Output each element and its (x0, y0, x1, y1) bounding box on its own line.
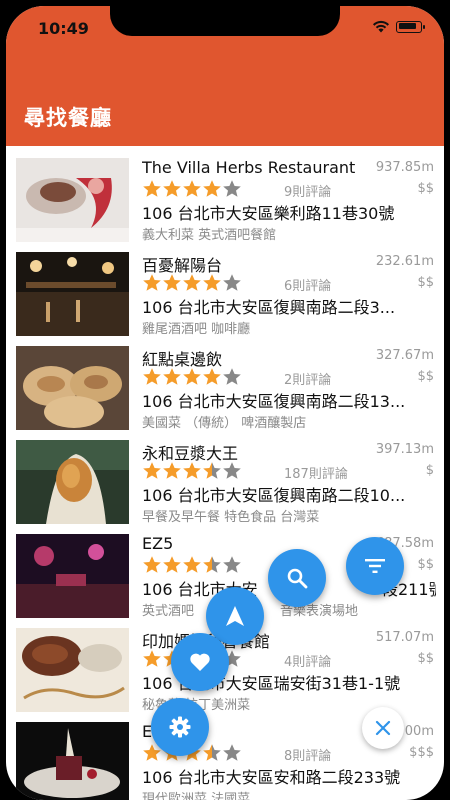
restaurant-distance: 517.07m (375, 630, 434, 645)
filter-button[interactable] (346, 537, 404, 595)
restaurant-distance: 232.61m (375, 254, 434, 269)
star-icon (163, 556, 181, 573)
search-icon (287, 568, 308, 589)
star-icon (143, 556, 161, 573)
restaurant-categories: 早餐及早午餐 特色食品 台灣菜 (142, 510, 320, 525)
star-icon (223, 368, 241, 385)
restaurant-photo (16, 346, 129, 430)
price-level: $$$ (409, 745, 434, 760)
star-icon (143, 180, 161, 197)
app-screen: 10:49 尋找餐廳 The Villa Herbs Restaurant 93… (6, 6, 444, 800)
star-icon (163, 368, 181, 385)
restaurant-distance: 397.13m (375, 442, 434, 457)
restaurant-distance: 327.67m (375, 348, 434, 363)
price-level: $$ (417, 181, 434, 196)
restaurant-photo (16, 440, 129, 524)
restaurant-photo (16, 722, 129, 800)
restaurant-photo (16, 628, 129, 712)
gear-icon (169, 716, 191, 738)
search-button[interactable] (268, 549, 326, 607)
restaurant-categories: 義大利菜 英式酒吧餐館 (142, 228, 277, 243)
battery-icon (396, 20, 425, 33)
star-icon (183, 274, 201, 291)
restaurant-address: 106 台北市大安區安和路二段233號 (142, 768, 401, 787)
settings-button[interactable] (151, 698, 209, 756)
star-icon (183, 462, 201, 479)
heart-icon (190, 653, 210, 671)
review-count: 4則評論 (284, 655, 332, 670)
star-icon (163, 274, 181, 291)
close-icon (375, 720, 391, 736)
price-level: $$ (417, 557, 434, 572)
price-level: $$ (417, 275, 434, 290)
restaurant-address: 106 台北市大安區樂利路11巷30號 (142, 204, 395, 223)
device-notch (110, 6, 340, 36)
restaurant-item[interactable]: 永和豆漿大王 397.13m 187則評論 $ 106 台北市大安區復興南路二段… (6, 436, 444, 530)
status-icons (372, 20, 425, 33)
navigation-icon (226, 606, 244, 626)
restaurant-categories: 雞尾酒酒吧 咖啡廳 (142, 322, 251, 337)
star-icon (143, 274, 161, 291)
star-icon (223, 180, 241, 197)
price-level: $$ (417, 369, 434, 384)
star-icon (223, 274, 241, 291)
rating-stars (142, 273, 242, 292)
page-title: 尋找餐廳 (24, 106, 112, 130)
restaurant-item[interactable]: 紅點桌邊飲 327.67m 2則評論 $$ 106 台北市大安區復興南路二段13… (6, 342, 444, 436)
star-icon (223, 744, 241, 761)
categories-start: 英式酒吧 (142, 604, 195, 619)
restaurant-categories: 英式酒吧 音樂表演場地 (142, 600, 358, 619)
star-icon (223, 462, 241, 479)
review-count: 9則評論 (284, 185, 332, 200)
star-icon (203, 180, 221, 197)
rating-stars (142, 461, 242, 480)
rating-stars (142, 367, 242, 386)
star-icon (203, 744, 221, 761)
star-icon (143, 650, 161, 667)
review-count: 2則評論 (284, 373, 332, 388)
rating-stars (142, 555, 242, 574)
status-time: 10:49 (38, 19, 89, 38)
restaurant-name: The Villa Herbs Restaurant (142, 158, 356, 177)
restaurant-name: EZ5 (142, 534, 174, 553)
restaurant-distance: 00m (404, 724, 434, 739)
star-icon (203, 368, 221, 385)
wifi-icon (373, 20, 389, 33)
star-icon (183, 180, 201, 197)
price-level: $ (425, 463, 434, 478)
review-count: 8則評論 (284, 749, 332, 764)
star-icon (203, 556, 221, 573)
filter-icon (365, 559, 385, 573)
star-icon (143, 368, 161, 385)
star-icon (183, 368, 201, 385)
restaurant-distance: 937.85m (375, 160, 434, 175)
star-icon (183, 556, 201, 573)
restaurant-categories: 現代歐洲菜 法國菜 (142, 792, 251, 800)
price-level: $$ (417, 651, 434, 666)
rating-stars (142, 179, 242, 198)
star-icon (203, 462, 221, 479)
close-button[interactable] (362, 707, 404, 749)
restaurant-address: 106 台北市大安區復興南路二段13... (142, 392, 406, 411)
restaurant-categories: 美國菜 （傳統） 啤酒釀製店 (142, 416, 307, 431)
restaurant-photo (16, 534, 129, 618)
favorite-button[interactable] (171, 633, 229, 691)
restaurant-photo (16, 252, 129, 336)
review-count: 6則評論 (284, 279, 332, 294)
restaurant-item[interactable]: The Villa Herbs Restaurant 937.85m 9則評論 … (6, 154, 444, 248)
restaurant-list[interactable]: The Villa Herbs Restaurant 937.85m 9則評論 … (6, 154, 444, 800)
restaurant-address: 106 台北市大安區復興南路二段3... (142, 298, 396, 317)
app-header: 10:49 尋找餐廳 (6, 6, 444, 146)
star-icon (223, 556, 241, 573)
restaurant-item[interactable]: 百憂解陽台 232.61m 6則評論 $$ 106 台北市大安區復興南路二段3.… (6, 248, 444, 342)
restaurant-address: 106 台北市大安區復興南路二段10... (142, 486, 406, 505)
star-icon (163, 180, 181, 197)
star-icon (163, 462, 181, 479)
review-count: 187則評論 (284, 467, 348, 482)
star-icon (143, 462, 161, 479)
star-icon (203, 274, 221, 291)
restaurant-photo (16, 158, 129, 242)
